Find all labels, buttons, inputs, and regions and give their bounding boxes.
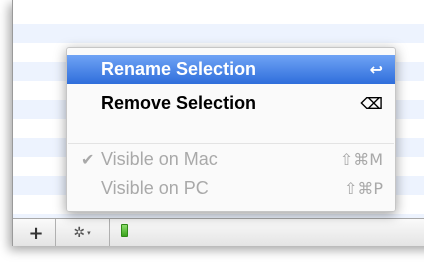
menu-item-remove-selection[interactable]: Remove Selection ⌫ xyxy=(67,89,395,118)
keyboard-shortcut: ⇧⌘M xyxy=(339,150,383,169)
plus-icon: + xyxy=(28,222,44,244)
return-key-icon: ↩ xyxy=(369,60,383,79)
table-row-stripe xyxy=(13,24,424,43)
toolbar-divider xyxy=(109,219,110,246)
menu-separator xyxy=(68,143,394,144)
gear-icon: ✲ xyxy=(73,225,86,241)
add-button[interactable]: + xyxy=(25,219,47,246)
toolbar-divider xyxy=(55,219,56,246)
context-menu: Rename Selection ↩ Remove Selection ⌫ ✔ … xyxy=(66,47,396,212)
delete-key-icon: ⌫ xyxy=(360,94,383,113)
status-indicator xyxy=(121,224,128,237)
menu-item-visible-on-pc[interactable]: Visible on PC ⇧⌘P xyxy=(67,174,395,203)
keyboard-shortcut: ⇧⌘P xyxy=(343,179,383,198)
bottom-toolbar: + ✲ ▾ xyxy=(13,218,424,246)
chevron-down-icon: ▾ xyxy=(87,229,91,237)
menu-item-label: Rename Selection xyxy=(101,59,257,79)
checkmark-icon: ✔ xyxy=(81,150,95,169)
menu-item-rename-selection[interactable]: Rename Selection ↩ xyxy=(67,55,395,84)
menu-item-visible-on-mac[interactable]: ✔ Visible on Mac ⇧⌘M xyxy=(67,145,395,174)
action-menu-button[interactable]: ✲ ▾ xyxy=(67,219,97,246)
menu-item-label: Visible on PC xyxy=(101,178,209,198)
menu-item-label: Visible on Mac xyxy=(101,149,218,169)
menu-item-label: Remove Selection xyxy=(101,93,257,113)
